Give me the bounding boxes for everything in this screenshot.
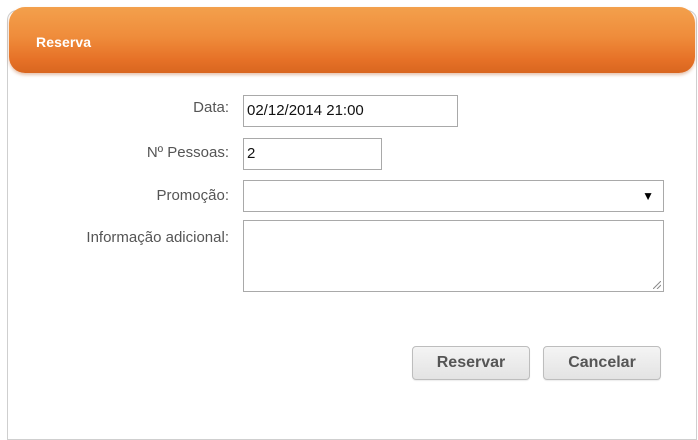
dialog-header: [9, 7, 695, 73]
dropdown-arrow-icon[interactable]: ▼: [642, 181, 654, 211]
dialog-title: Reserva: [36, 34, 92, 50]
data-input[interactable]: 02/12/2014 21:00: [243, 95, 458, 127]
cancelar-button[interactable]: Cancelar: [543, 346, 661, 380]
info-label: Informação adicional:: [86, 229, 229, 246]
promocao-label: Promoção:: [156, 187, 229, 204]
reservar-button[interactable]: Reservar: [412, 346, 530, 380]
pessoas-input[interactable]: 2: [243, 138, 382, 170]
data-label: Data:: [193, 99, 229, 116]
resize-grip-icon[interactable]: [653, 281, 661, 289]
promocao-select[interactable]: ▼: [243, 180, 664, 212]
pessoas-label: Nº Pessoas:: [146, 144, 229, 161]
info-textarea[interactable]: [243, 220, 664, 292]
